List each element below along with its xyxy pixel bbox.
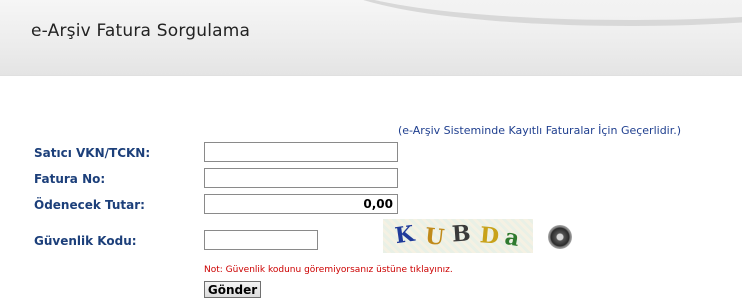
seller-id-input[interactable] (204, 142, 398, 162)
submit-button[interactable]: Gönder (204, 281, 261, 298)
captcha-char: K (393, 220, 416, 250)
security-code-input[interactable] (204, 230, 318, 250)
page-header: e-Arşiv Fatura Sorgulama (0, 0, 742, 76)
amount-input[interactable] (204, 194, 398, 214)
page-title: e-Arşiv Fatura Sorgulama (31, 21, 251, 41)
captcha-char: D (478, 222, 501, 250)
refresh-icon[interactable] (548, 225, 572, 249)
security-code-label: Güvenlik Kodu: (34, 234, 137, 248)
header-decoration (330, 0, 742, 26)
validity-note: (e-Arşiv Sisteminde Kayıtlı Faturalar İç… (398, 124, 682, 137)
seller-id-label: Satıcı VKN/TCKN: (34, 146, 151, 160)
captcha-char: B (451, 220, 472, 248)
header-divider (0, 75, 742, 76)
invoice-no-label: Fatura No: (34, 172, 106, 186)
captcha-char: a (502, 223, 522, 253)
amount-label: Ödenecek Tutar: (34, 198, 145, 212)
captcha-warning: Not: Güvenlik kodunu göremiyorsanız üstü… (204, 265, 453, 275)
captcha-char: U (423, 223, 446, 251)
invoice-no-input[interactable] (204, 168, 398, 188)
captcha-image[interactable]: KUBDa (383, 219, 533, 253)
